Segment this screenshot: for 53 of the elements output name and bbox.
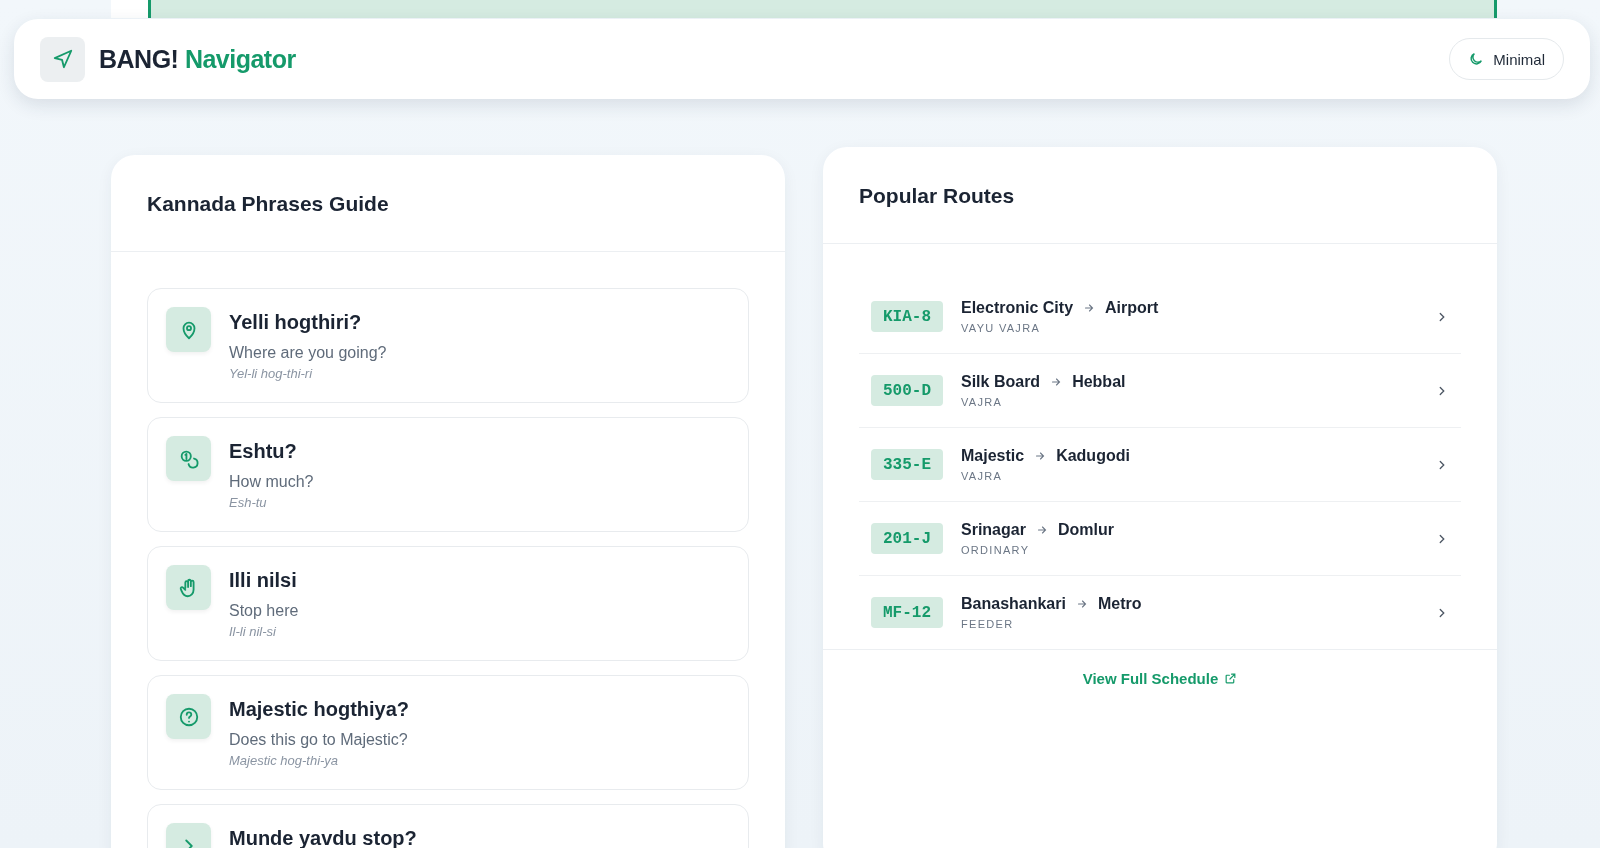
- origin-stop: Banashankari: [961, 595, 1066, 613]
- route-code-badge: 201-J: [871, 523, 943, 554]
- pronunciation-text: Majestic hog-thi-ya: [229, 753, 340, 768]
- arrow-right-icon: [1034, 450, 1047, 462]
- pronunciation-text: Esh-tu: [229, 495, 268, 510]
- phrase-text: Yelli hogthiri?: [229, 311, 363, 334]
- service-type: ORDINARY: [961, 544, 1031, 556]
- translation-text: Does this go to Majestic?: [229, 731, 409, 749]
- route-code-badge: KIA-8: [871, 301, 943, 332]
- translation-text: How much?: [229, 473, 314, 491]
- service-type: FEEDER: [961, 618, 1015, 630]
- arrow-right-icon: [1050, 376, 1063, 388]
- route-code-badge: MF-12: [871, 597, 943, 628]
- card-title: Popular Routes: [823, 147, 1497, 244]
- route-row[interactable]: MF-12 Banashankari Metro FEEDER: [859, 576, 1461, 649]
- route-row[interactable]: 201-J Srinagar Domlur ORDINARY: [859, 502, 1461, 576]
- destination-stop: Domlur: [1057, 521, 1114, 539]
- service-type: VAJRA: [961, 470, 1004, 482]
- origin-stop: Electronic City: [961, 299, 1074, 317]
- arrow-right-icon: [1075, 598, 1088, 610]
- card-title: Kannada Phrases Guide: [111, 155, 785, 252]
- origin-stop: Silk Board: [961, 373, 1041, 391]
- external-link-icon: [1224, 672, 1238, 685]
- destination-stop: Hebbal: [1072, 373, 1126, 391]
- route-row[interactable]: 335-E Majestic Kadugodi VAJRA: [859, 428, 1461, 502]
- theme-button[interactable]: Minimal: [1449, 38, 1564, 80]
- phrase-text: Majestic hogthiya?: [229, 698, 410, 721]
- pronunciation-text: Il-li nil-si: [229, 624, 277, 639]
- route-row[interactable]: KIA-8 Electronic City Airport VAYU VAJRA: [859, 280, 1461, 354]
- origin-stop: Majestic: [961, 447, 1025, 465]
- route-code-badge: 500-D: [871, 375, 943, 406]
- route-code-badge: 335-E: [871, 449, 943, 480]
- destination-stop: Metro: [1097, 595, 1142, 613]
- phrase-text: Eshtu?: [229, 440, 298, 463]
- pronunciation-text: Yel-li hog-thi-ri: [229, 366, 314, 381]
- translation-text: Stop here: [229, 602, 299, 620]
- question-icon: [166, 694, 211, 739]
- app-title: BANG! Navigator: [99, 44, 296, 74]
- view-schedule-link[interactable]: View Full Schedule: [1082, 670, 1238, 687]
- hand-icon: [166, 565, 211, 610]
- service-type: VAJRA: [961, 396, 1004, 408]
- destination-stop: Kadugodi: [1056, 447, 1130, 465]
- arrow-right-icon: [1035, 524, 1048, 536]
- service-type: VAYU VAJRA: [961, 322, 1042, 334]
- location-pin-icon: [166, 307, 211, 352]
- coins-icon: [166, 436, 211, 481]
- translation-text: Where are you going?: [229, 344, 387, 362]
- arrow-right-icon: [1083, 302, 1096, 314]
- origin-stop: Srinagar: [961, 521, 1026, 539]
- destination-stop: Airport: [1105, 299, 1159, 317]
- phrase-text: Illi nilsi: [229, 569, 298, 592]
- moon-icon: [1468, 51, 1485, 67]
- route-row[interactable]: 500-D Silk Board Hebbal VAJRA: [859, 354, 1461, 428]
